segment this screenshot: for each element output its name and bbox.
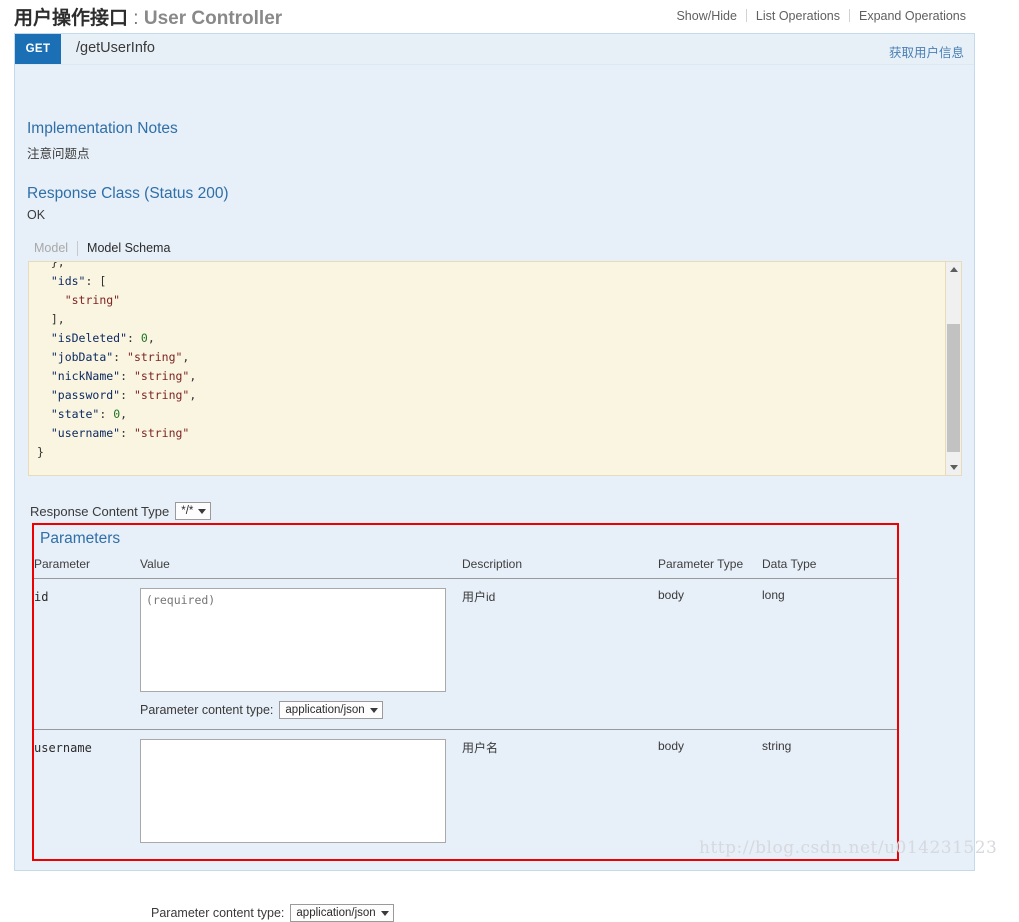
table-row: username 用户名 body string [34,730,897,844]
parameter-content-type-label: Parameter content type: [151,906,284,920]
implementation-notes-heading: Implementation Notes [27,120,178,138]
column-header-parameter-type: Parameter Type [658,557,762,579]
parameter-content-type-label: Parameter content type: [140,703,273,717]
response-content-type-value: */* [181,504,193,518]
watermark-text: http://blog.csdn.net/u014231523 [699,838,997,858]
parameter-value-cell [140,730,462,844]
resource-header: 用户操作接口 : User Controller Show/HideList O… [14,0,1019,32]
response-content-type-select[interactable]: */* [175,502,211,520]
operation-summary-link[interactable]: 获取用户信息 [889,42,964,61]
http-method-badge: GET [15,34,61,64]
parameter-description: 用户id [462,579,658,730]
parameter-name-cell: id [34,579,140,730]
parameter-content-type-value: application/json [285,703,364,717]
parameters-table: Parameter Value Description Parameter Ty… [34,557,897,843]
response-content-type-label: Response Content Type [30,504,169,519]
column-header-data-type: Data Type [762,557,897,579]
implementation-notes-text: 注意问题点 [27,143,90,162]
parameter-value-input-username[interactable] [140,739,446,843]
resource-title-separator: : [128,8,144,29]
scroll-up-arrow-icon[interactable] [946,262,961,277]
model-schema-scrollbar[interactable] [945,262,961,475]
operation-heading[interactable]: GET /getUserInfo 获取用户信息 [15,34,974,65]
resource-title-en: User Controller [144,8,282,29]
parameter-content-type-value: application/json [296,906,375,920]
chevron-down-icon [381,911,389,916]
parameter-content-type-select[interactable]: application/json [290,904,393,922]
model-tabs: Model Model Schema [25,239,179,257]
table-row: id Parameter content type: application/j… [34,579,897,730]
parameter-data-type: long [762,579,897,730]
scroll-down-arrow-icon[interactable] [946,460,961,475]
column-header-value: Value [140,557,462,579]
expand-operations-link[interactable]: Expand Operations [850,9,975,23]
table-header-row: Parameter Value Description Parameter Ty… [34,557,897,579]
scrollbar-thumb[interactable] [947,324,960,452]
parameter-content-type-select[interactable]: application/json [279,701,382,719]
parameter-value-cell: Parameter content type: application/json [140,579,462,730]
parameter-description: 用户名 [462,730,658,844]
page-title: 用户操作接口 : User Controller [14,3,282,30]
list-operations-link[interactable]: List Operations [747,9,849,23]
show-hide-link[interactable]: Show/Hide [667,9,745,23]
parameter-content-type-row-bottom: Parameter content type: application/json [151,904,394,922]
column-header-parameter: Parameter [34,557,140,579]
tab-model-schema[interactable]: Model Schema [78,240,179,256]
parameter-type: body [658,730,762,844]
parameters-heading: Parameters [40,530,120,548]
resource-title-cn: 用户操作接口 [14,8,128,29]
column-header-description: Description [462,557,658,579]
parameter-value-input-id[interactable] [140,588,446,692]
response-class-status-text: OK [27,208,45,222]
parameter-data-type: string [762,730,897,844]
operation-panel: GET /getUserInfo 获取用户信息 Implementation N… [14,33,975,871]
operation-path: /getUserInfo [76,40,155,56]
chevron-down-icon [370,708,378,713]
parameter-type: body [658,579,762,730]
parameter-name-cell: username [34,730,140,844]
response-content-type-row: Response Content Type */* [30,502,211,520]
resource-options: Show/HideList OperationsExpand Operation… [667,9,975,23]
chevron-down-icon [198,509,206,514]
model-schema-box: }, "ids": [ "string" ], "isDeleted": 0, … [28,261,962,476]
parameter-content-type-row: Parameter content type: application/json [140,701,462,719]
model-schema-code: }, "ids": [ "string" ], "isDeleted": 0, … [37,261,196,462]
parameter-name: id [34,588,140,604]
parameter-name: username [34,739,140,755]
response-class-heading: Response Class (Status 200) [27,185,229,203]
tab-model[interactable]: Model [25,240,77,256]
